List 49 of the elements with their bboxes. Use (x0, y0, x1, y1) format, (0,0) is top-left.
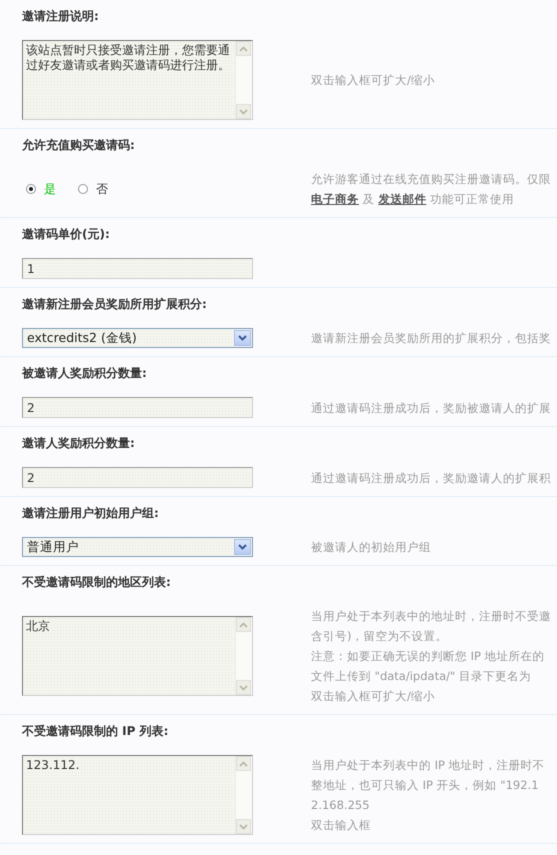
scroll-up-icon[interactable] (236, 617, 251, 632)
setting-label: 不受邀请码限制的地区列表: (22, 574, 172, 590)
hint-text: 双击输入框可扩大/缩小 (311, 688, 436, 705)
setting-label: 不受邀请码限制的 IP 列表: (22, 723, 170, 739)
hint-text: 允许游客通过在线充值购买注册邀请码。仅限 (311, 171, 552, 188)
scrollbar[interactable] (235, 41, 252, 119)
setting-label: 邀请码单价(元): (22, 226, 111, 242)
input-field[interactable]: 2 (22, 397, 253, 418)
hint-text: 注意：如要正确无误的判断您 IP 地址所在的 (311, 648, 546, 665)
hint-text: 当用户处于本列表中的 IP 地址时，注册时不 (311, 757, 546, 774)
scrollbar[interactable] (235, 617, 252, 695)
dropdown[interactable]: extcredits2 (金钱) (22, 328, 253, 348)
dropdown[interactable]: 普通用户 (22, 537, 253, 557)
radio-button[interactable] (26, 184, 36, 194)
hint-text: 含引号)，留空为不设置。 (311, 628, 448, 645)
hint-text: 双击输入框可扩大/缩小 (311, 72, 436, 89)
input-field[interactable]: 1 (22, 258, 253, 279)
textarea-field[interactable]: 123.112. (22, 755, 253, 835)
hint-text: 邀请新注册会员奖励所用的扩展积分，包括奖 (311, 330, 552, 347)
hint-text: 电子商务 及 发送邮件 功能可正常使用 (311, 191, 515, 208)
radio-button[interactable] (78, 184, 88, 194)
link[interactable]: 发送邮件 (378, 192, 426, 206)
hint-text: 被邀请人的初始用户组 (311, 539, 432, 556)
setting-label: 邀请新注册会员奖励所用扩展积分: (22, 296, 208, 312)
scroll-up-icon[interactable] (236, 41, 251, 56)
scroll-down-icon[interactable] (236, 819, 251, 834)
hint-text: 文件上传到 "data/ipdata/" 目录下更名为 (311, 668, 532, 685)
hint-text: 双击输入框 (311, 817, 372, 834)
scrollbar[interactable] (235, 756, 252, 834)
scroll-up-icon[interactable] (236, 756, 251, 771)
hint-text: 整地址，也可只输入 IP 开头，例如 "192.1 (311, 777, 540, 794)
hint-text: 当用户处于本列表中的地址时，注册时不受邀 (311, 608, 552, 625)
setting-label: 被邀请人奖励积分数量: (22, 365, 148, 381)
hint-text: 通过邀请码注册成功后，奖励邀请人的扩展积 (311, 470, 552, 486)
scroll-down-icon[interactable] (236, 680, 251, 695)
textarea-field[interactable]: 北京 (22, 616, 253, 696)
hint-text: 通过邀请码注册成功后，奖励被邀请人的扩展 (311, 400, 552, 416)
setting-label: 允许充值购买邀请码: (22, 137, 136, 153)
chevron-down-icon[interactable] (234, 539, 251, 555)
input-field[interactable]: 2 (22, 467, 253, 488)
chevron-down-icon[interactable] (234, 330, 251, 346)
radio-label[interactable]: 否 (96, 180, 108, 198)
scroll-down-icon[interactable] (236, 104, 251, 119)
hint-text: 2.168.255 (311, 797, 371, 814)
setting-label: 邀请注册说明: (22, 8, 100, 24)
setting-label: 邀请人奖励积分数量: (22, 435, 136, 451)
setting-label: 邀请注册用户初始用户组: (22, 505, 160, 521)
link[interactable]: 电子商务 (311, 192, 359, 206)
textarea-field[interactable]: 该站点暂时只接受邀请注册，您需要通过好友邀请或者购买邀请码进行注册。 (22, 40, 253, 120)
